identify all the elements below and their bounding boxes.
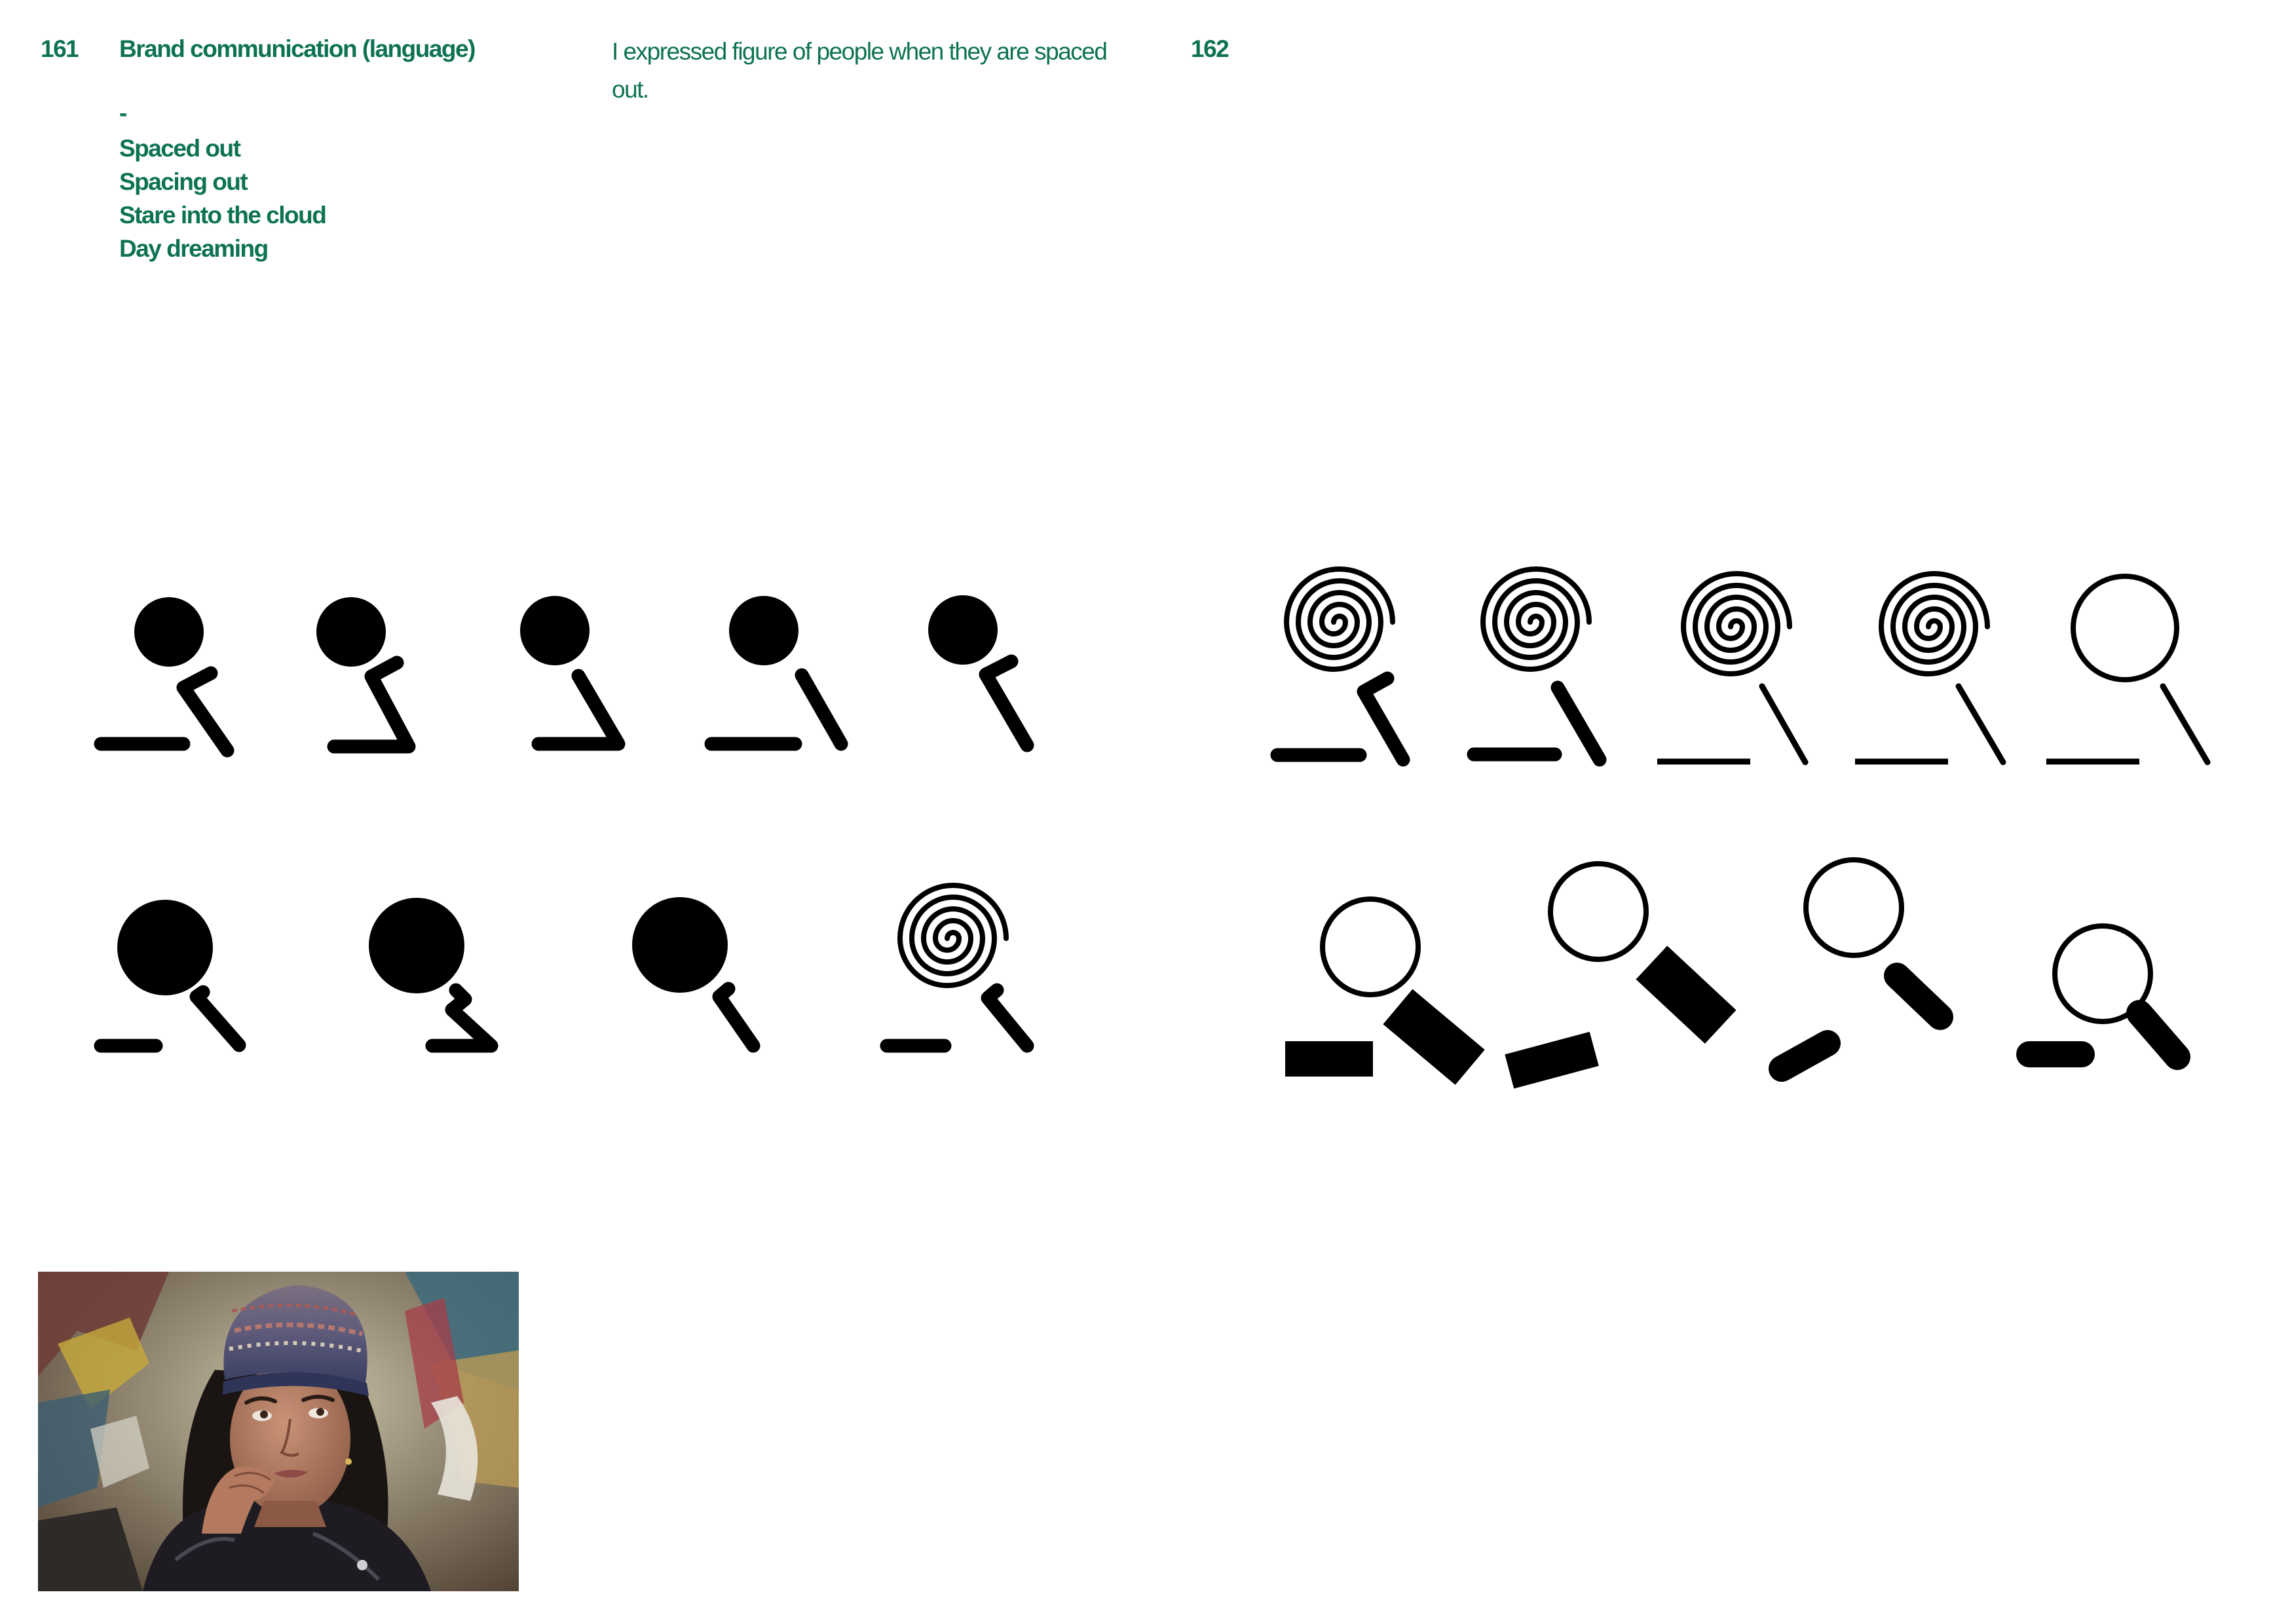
figure-outline-2 bbox=[1285, 896, 1485, 1085]
figure-spiral-4 bbox=[1855, 574, 2006, 766]
figure-solid-7 bbox=[369, 898, 498, 1053]
figure-solid-2 bbox=[316, 597, 416, 754]
figure-solid-4 bbox=[704, 596, 848, 751]
figure-spiral-2 bbox=[1467, 569, 1607, 767]
figure-solid-1 bbox=[94, 597, 235, 758]
figure-solid-8 bbox=[632, 897, 760, 1053]
figure-solid-3 bbox=[520, 596, 626, 751]
figure-outline-3 bbox=[1505, 861, 1736, 1089]
figure-spiral-1 bbox=[1270, 569, 1410, 767]
figure-outline-4 bbox=[1769, 857, 1953, 1082]
figure-spiral-3 bbox=[1657, 574, 1809, 766]
figure-spiral-5 bbox=[880, 885, 1034, 1053]
figure-solid-5 bbox=[928, 595, 1034, 752]
portrait-photo bbox=[38, 1272, 519, 1591]
figure-outline-1 bbox=[2046, 574, 2211, 766]
figure-outline-5 bbox=[2016, 923, 2190, 1070]
figure-solid-6 bbox=[94, 900, 246, 1053]
